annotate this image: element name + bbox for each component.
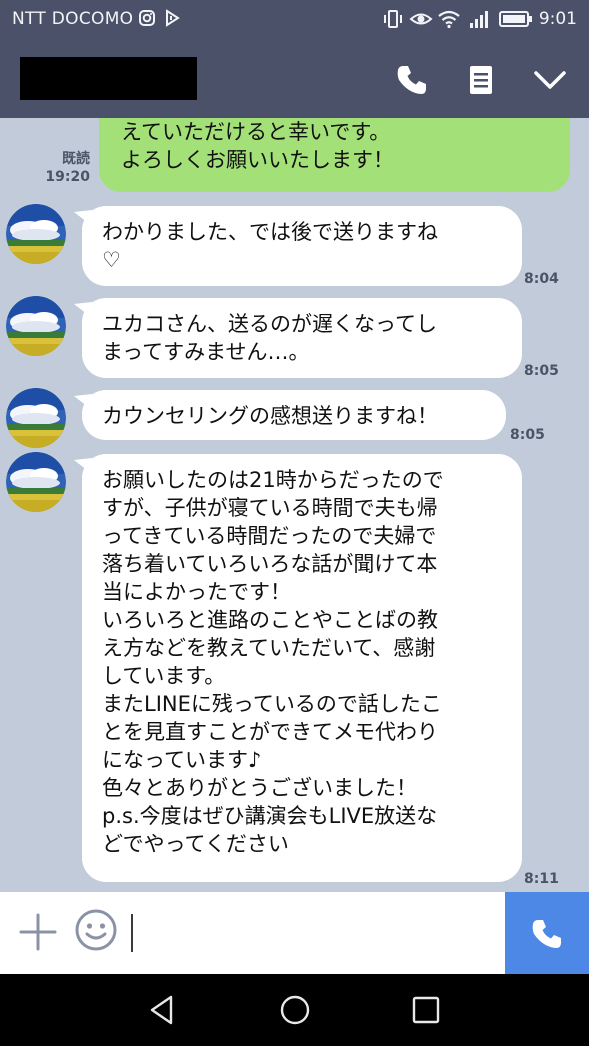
carrier-name: NTT DOCOMO [12,9,134,29]
recents-icon[interactable] [409,993,443,1027]
read-receipt: 既読 [62,151,90,167]
instagram-icon [139,10,155,26]
message-input-field[interactable] [131,914,133,952]
home-icon[interactable] [278,993,312,1027]
outgoing-message-bubble[interactable]: えていただけると幸いです。 よろしくお願いいたします！ [99,118,570,192]
incoming-message-bubble[interactable]: お願いしたのは21時からだったので すが、子供が寝ている時間で夫も帰 ってきてい… [82,454,522,882]
call-button[interactable] [505,892,589,974]
incoming-message-bubble[interactable]: ユカコさん、送るのが遅くなってし まってすみません…。 [82,298,522,378]
phone-icon [532,920,561,948]
eye-comfort-icon [409,13,433,25]
vibrate-icon [384,10,402,28]
status-time: 9:01 [538,9,577,29]
avatar[interactable] [6,388,66,448]
emoji-icon[interactable] [74,908,118,952]
battery-icon [499,11,532,27]
message-time: 8:04 [524,271,559,287]
message-time: 8:11 [524,871,559,887]
avatar[interactable] [6,452,66,512]
message-meta: 既読 19:20 [40,150,90,186]
message-input-bar [0,892,589,974]
avatar[interactable] [6,296,66,356]
avatar[interactable] [6,204,66,264]
message-time: 19:20 [45,169,90,185]
message-time: 8:05 [524,363,559,379]
chat-header [0,40,589,118]
system-nav-bar [0,974,589,1046]
phone-icon[interactable] [394,62,430,98]
incoming-message-bubble[interactable]: わかりました、では後で送りますね ♡ [82,206,522,286]
back-icon[interactable] [145,993,179,1027]
notes-icon[interactable] [463,62,499,98]
incoming-message-bubble[interactable]: カウンセリングの感想送りますね！ [82,390,506,440]
signal-icon [470,11,488,28]
status-bar: NTT DOCOMO 9:01 [0,0,589,40]
line-notification-icon [166,9,180,27]
contact-name-redacted [20,57,197,100]
wifi-icon [438,10,460,29]
message-time: 8:05 [510,427,545,443]
plus-icon[interactable] [18,912,58,952]
chevron-down-icon[interactable] [532,62,568,98]
chat-messages[interactable]: えていただけると幸いです。 よろしくお願いいたします！ 既読 19:20 わかり… [0,118,589,892]
